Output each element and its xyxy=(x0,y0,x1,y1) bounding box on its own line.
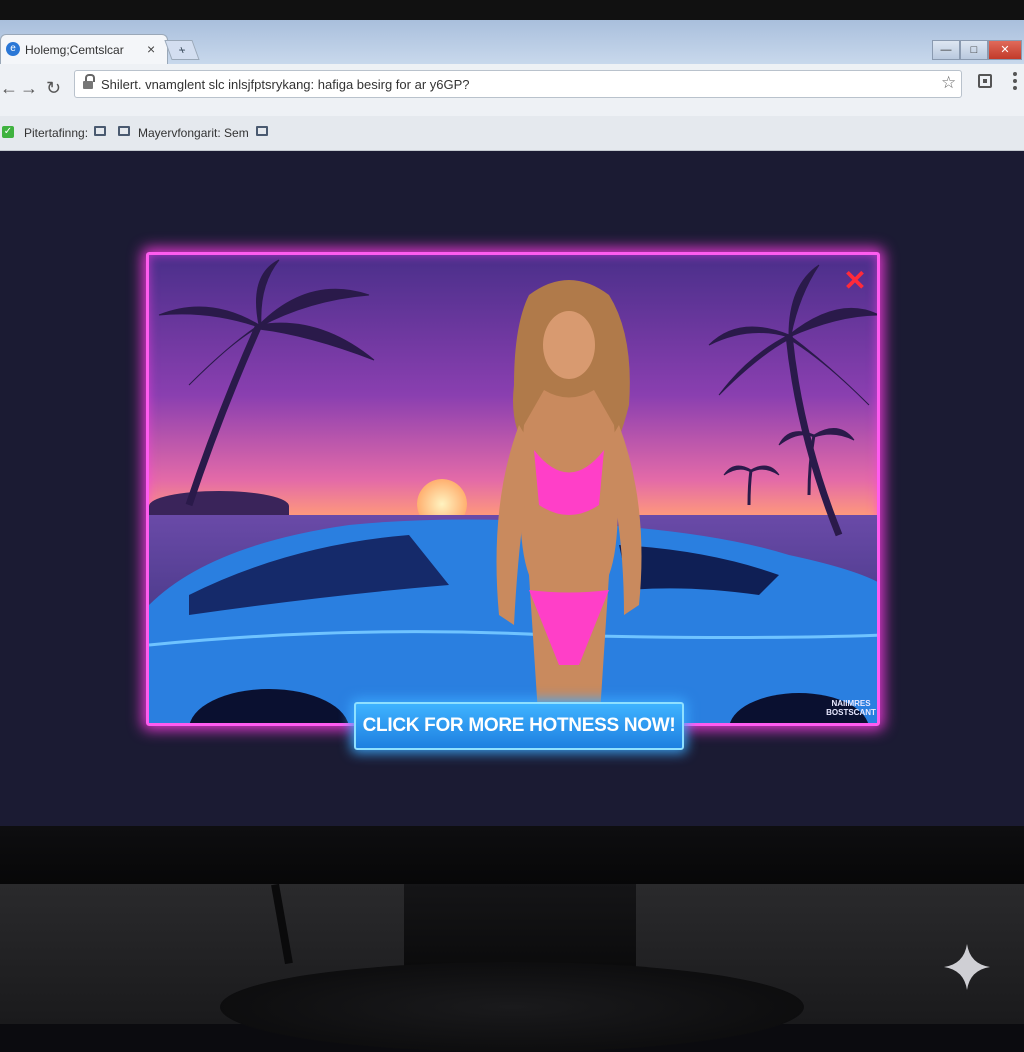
ad-cta-button[interactable]: CLICK FOR MORE HOTNESS NOW! xyxy=(354,702,684,750)
new-tab-button[interactable]: + xyxy=(164,40,200,60)
monitor-bezel-top xyxy=(0,0,1024,20)
monitor-bezel-bottom xyxy=(0,826,1024,884)
checkmark-icon: ✓ xyxy=(2,126,14,138)
window-controls: — □ ✕ xyxy=(932,40,1024,60)
model-illustration xyxy=(496,280,642,723)
close-window-button[interactable]: ✕ xyxy=(988,40,1022,60)
bookmark-star-icon[interactable]: ☆ xyxy=(941,73,956,93)
forward-icon[interactable]: → xyxy=(20,78,38,99)
ad-close-icon[interactable]: ✕ xyxy=(841,267,869,295)
maximize-button[interactable]: □ xyxy=(960,40,988,60)
extension-icon[interactable] xyxy=(978,74,992,88)
menu-dots-icon[interactable] xyxy=(1013,72,1017,90)
bookmark-item-1[interactable]: Pitertafinng: xyxy=(24,126,88,140)
bookmark-item-2[interactable]: Mayervfongarit: Sem xyxy=(138,126,249,140)
reload-icon[interactable]: ↻ xyxy=(46,78,61,99)
minimize-button[interactable]: — xyxy=(932,40,960,60)
popup-ad[interactable]: ✕ NAIIMRES BOSTSCANT xyxy=(146,252,880,726)
tab-bar: e Holemg;Cemtslcar × + — □ ✕ xyxy=(0,20,1024,64)
monitor-stand-base xyxy=(220,962,804,1052)
bookmarks-bar: ✓ Pitertafinng: Mayervfongarit: Sem xyxy=(0,116,1024,151)
bookmark-folder-icon[interactable] xyxy=(256,126,268,136)
lock-icon xyxy=(83,74,95,89)
address-bar[interactable]: Shilert. vnamglent slc inlsjfptsrykang: … xyxy=(74,70,962,98)
monitor-stand-neck xyxy=(404,884,636,974)
bookmark-image-icon[interactable] xyxy=(118,126,130,136)
tab-title: Holemg;Cemtslcar xyxy=(25,43,124,57)
ad-watermark: NAIIMRES BOSTSCANT xyxy=(826,699,876,717)
back-icon[interactable]: ← xyxy=(0,78,18,99)
browser-toolbar: ← → ↻ Shilert. vnamglent slc inlsjfptsry… xyxy=(0,64,1024,116)
tab-close-icon[interactable]: × xyxy=(147,41,155,57)
sparkle-icon xyxy=(944,944,990,990)
browser-tab[interactable]: e Holemg;Cemtslcar × xyxy=(0,34,168,64)
tab-favicon-icon: e xyxy=(6,42,20,56)
address-url: Shilert. vnamglent slc inlsjfptsrykang: … xyxy=(101,77,470,92)
monitor-screen: e Holemg;Cemtslcar × + — □ ✕ ← → ↻ Shile… xyxy=(0,20,1024,826)
bookmark-page-icon[interactable] xyxy=(94,126,106,136)
